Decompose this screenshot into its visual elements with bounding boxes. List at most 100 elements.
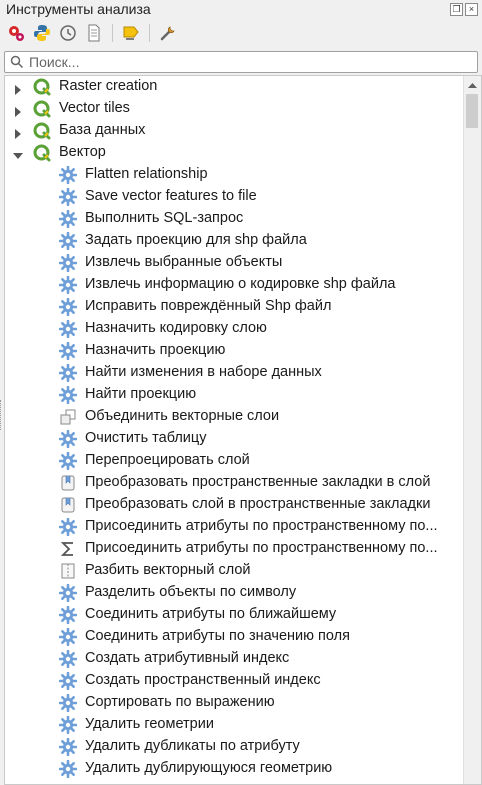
expand-toggle[interactable] <box>13 148 23 164</box>
tree-item[interactable]: Выполнить SQL-запрос <box>5 208 463 230</box>
toolbar <box>6 22 178 44</box>
history-button[interactable] <box>58 23 78 43</box>
tree-item[interactable]: Найти изменения в наборе данных <box>5 362 463 384</box>
tree-item-icon <box>59 430 77 448</box>
edit-features-icon <box>123 26 139 40</box>
close-button[interactable]: × <box>465 3 478 16</box>
chevron-right-icon <box>15 85 21 95</box>
tree-item-label: Удалить геометрии <box>85 716 214 732</box>
search-icon <box>10 55 24 69</box>
gear-icon <box>59 188 77 206</box>
tree-item-label: Save vector features to file <box>85 188 257 204</box>
resize-grip[interactable] <box>0 400 3 430</box>
tree-item[interactable]: Удалить дублирующуюся геометрию <box>5 758 463 780</box>
tree-item[interactable]: Преобразовать слой в пространственные за… <box>5 494 463 516</box>
tree-item-label: Очистить таблицу <box>85 430 207 446</box>
tree-item-label: Найти проекцию <box>85 386 197 402</box>
qgis-provider-icon <box>33 122 51 140</box>
tree-item[interactable]: Исправить повреждённый Shp файл <box>5 296 463 318</box>
tree-item[interactable]: Перепроецировать слой <box>5 450 463 472</box>
tree-item-icon <box>59 738 77 756</box>
tree-item[interactable]: Сортировать по выражению <box>5 692 463 714</box>
expand-toggle[interactable] <box>13 104 23 120</box>
tree-item[interactable]: Flatten relationship <box>5 164 463 186</box>
tree-item[interactable]: Присоединить атрибуты по пространственно… <box>5 538 463 560</box>
gear-icon <box>59 452 77 470</box>
gear-icon <box>59 518 77 536</box>
tree-item-label: Объединить векторные слои <box>85 408 280 424</box>
gear-icon <box>59 716 77 734</box>
provider-icon-wrap <box>33 122 51 143</box>
tree-group-row[interactable]: База данных <box>5 120 463 142</box>
tree-item-icon <box>59 320 77 338</box>
float-button[interactable]: ❐ <box>450 3 463 16</box>
tree-item[interactable]: Задать проекцию для shp файла <box>5 230 463 252</box>
tree-item[interactable]: Удалить дубликаты по атрибуту <box>5 736 463 758</box>
gear-icon <box>59 210 77 228</box>
panel-title: Инструменты анализа <box>6 1 151 17</box>
tree-item-icon <box>59 386 77 404</box>
tree-group-row[interactable]: Vector tiles <box>5 98 463 120</box>
tree-item-icon <box>59 672 77 690</box>
expand-toggle[interactable] <box>13 82 23 98</box>
models-button[interactable] <box>6 23 26 43</box>
tree-item-label: Назначить проекцию <box>85 342 226 358</box>
qgis-provider-icon <box>33 144 51 162</box>
tree-group-label: База данных <box>59 122 146 138</box>
provider-icon-wrap <box>33 78 51 99</box>
tree-group-label: Вектор <box>59 144 106 160</box>
search-box <box>4 51 478 73</box>
tree-item-label: Создать атрибутивный индекс <box>85 650 290 666</box>
tree-item[interactable]: Извлечь информацию о кодировке shp файла <box>5 274 463 296</box>
tree-group-row[interactable]: Raster creation <box>5 76 463 98</box>
tree-item-icon <box>59 716 77 734</box>
gear-icon <box>59 364 77 382</box>
tree-item[interactable]: Удалить геометрии <box>5 714 463 736</box>
tree-item[interactable]: Извлечь выбранные объекты <box>5 252 463 274</box>
tree-item[interactable]: Очистить таблицу <box>5 428 463 450</box>
tree-item[interactable]: Найти проекцию <box>5 384 463 406</box>
tree-item[interactable]: Создать пространственный индекс <box>5 670 463 692</box>
tree-item-icon <box>59 474 77 492</box>
gear-icon <box>59 386 77 404</box>
tree-item-label: Извлечь выбранные объекты <box>85 254 283 270</box>
algorithm-tree: Raster creation Vector tiles База данных Ве… <box>4 75 482 785</box>
scroll-up-arrow-icon[interactable] <box>464 76 481 93</box>
tree-item-icon <box>59 518 77 536</box>
tree-item-icon <box>59 364 77 382</box>
tree-item[interactable]: Объединить векторные слои <box>5 406 463 428</box>
tree-item[interactable]: Присоединить атрибуты по пространственно… <box>5 516 463 538</box>
tree-item-label: Разбить векторный слой <box>85 562 251 578</box>
expand-toggle[interactable] <box>13 126 23 142</box>
provider-icon-wrap <box>33 144 51 165</box>
edit-features-button[interactable] <box>121 23 141 43</box>
chevron-right-icon <box>15 107 21 117</box>
tree-item-icon <box>59 210 77 228</box>
tree-item[interactable]: Назначить проекцию <box>5 340 463 362</box>
gear-icon <box>59 430 77 448</box>
tree-item[interactable]: Создать атрибутивный индекс <box>5 648 463 670</box>
tree-item-icon <box>59 254 77 272</box>
tree-item[interactable]: Разбить векторный слой <box>5 560 463 582</box>
tree-item-icon <box>59 584 77 602</box>
tree-item[interactable]: Соединить атрибуты по значению поля <box>5 626 463 648</box>
chevron-down-icon <box>13 153 23 159</box>
python-button[interactable] <box>32 23 52 43</box>
gear-icon <box>59 760 77 778</box>
results-button[interactable] <box>84 23 104 43</box>
tree-group-row[interactable]: Вектор <box>5 142 463 164</box>
tree-item[interactable]: Преобразовать пространственные закладки … <box>5 472 463 494</box>
tree-item-label: Назначить кодировку слою <box>85 320 267 336</box>
gear-icon <box>59 232 77 250</box>
options-button[interactable] <box>158 23 178 43</box>
toolbar-separator <box>112 24 113 42</box>
tree-item[interactable]: Назначить кодировку слою <box>5 318 463 340</box>
tree-item[interactable]: Разделить объекты по символу <box>5 582 463 604</box>
tree-item-icon <box>59 760 77 778</box>
bookmark-icon <box>61 475 75 491</box>
search-input[interactable] <box>29 52 469 72</box>
tree-item[interactable]: Соединить атрибуты по ближайшему <box>5 604 463 626</box>
tree-item[interactable]: Save vector features to file <box>5 186 463 208</box>
vertical-scrollbar[interactable] <box>463 76 481 784</box>
scrollbar-thumb[interactable] <box>466 94 478 128</box>
